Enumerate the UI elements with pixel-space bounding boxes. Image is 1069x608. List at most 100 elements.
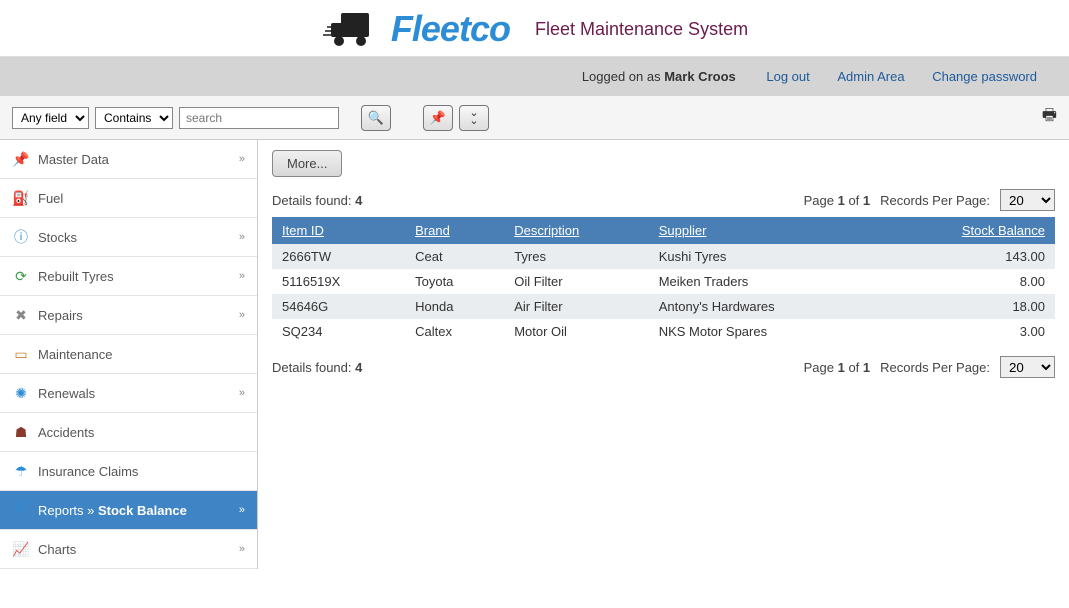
more-button[interactable]: More... bbox=[272, 150, 342, 177]
cell: 18.00 bbox=[880, 294, 1055, 319]
cell: 3.00 bbox=[880, 319, 1055, 344]
expand-button[interactable]: ⌄⌄ bbox=[459, 105, 489, 131]
change-password-link[interactable]: Change password bbox=[932, 69, 1037, 84]
stocks-icon: ⓘ bbox=[12, 228, 30, 246]
data-table: Item IDBrandDescriptionSupplierStock Bal… bbox=[272, 217, 1055, 344]
operator-select[interactable]: Contains bbox=[95, 107, 173, 129]
sidebar-item-label: Accidents bbox=[38, 425, 94, 440]
cell: Air Filter bbox=[504, 294, 649, 319]
sidebar-item-label: Stocks bbox=[38, 230, 77, 245]
table-row[interactable]: 5116519XToyotaOil FilterMeiken Traders8.… bbox=[272, 269, 1055, 294]
sidebar-item-label: Fuel bbox=[38, 191, 63, 206]
sidebar-item-label: Insurance Claims bbox=[38, 464, 138, 479]
sidebar-item-label: Maintenance bbox=[38, 347, 112, 362]
chevron-right-icon: » bbox=[239, 270, 245, 282]
main-content: More... Details found: 4 Page 1 of 1 Rec… bbox=[258, 140, 1069, 569]
cell: 54646G bbox=[272, 294, 405, 319]
cell: Ceat bbox=[405, 244, 504, 269]
chevron-right-icon: » bbox=[239, 387, 245, 399]
chevron-right-icon: » bbox=[239, 543, 245, 555]
app-name: Fleetco bbox=[391, 8, 510, 50]
rebuilt-tyres-icon: ⟳ bbox=[12, 267, 30, 285]
cell: Caltex bbox=[405, 319, 504, 344]
cell: Honda bbox=[405, 294, 504, 319]
details-row-top: Details found: 4 Page 1 of 1 Records Per… bbox=[272, 189, 1055, 211]
cell: 143.00 bbox=[880, 244, 1055, 269]
cell: Motor Oil bbox=[504, 319, 649, 344]
col-header[interactable]: Brand bbox=[405, 217, 504, 244]
cell: 5116519X bbox=[272, 269, 405, 294]
table-row[interactable]: 2666TWCeatTyresKushi Tyres143.00 bbox=[272, 244, 1055, 269]
admin-area-link[interactable]: Admin Area bbox=[837, 69, 904, 84]
repairs-icon: ✖ bbox=[12, 306, 30, 324]
search-button[interactable]: 🔍 bbox=[361, 105, 391, 131]
chevron-right-icon: » bbox=[239, 504, 245, 516]
sidebar-item-stocks[interactable]: ⓘ Stocks » bbox=[0, 218, 257, 257]
col-header[interactable]: Item ID bbox=[272, 217, 405, 244]
col-header[interactable]: Stock Balance bbox=[880, 217, 1055, 244]
sidebar-item-reports[interactable]: 🗐 Reports » Stock Balance » bbox=[0, 491, 257, 530]
table-row[interactable]: SQ234CaltexMotor OilNKS Motor Spares3.00 bbox=[272, 319, 1055, 344]
sidebar-item-label: Renewals bbox=[38, 386, 95, 401]
print-button[interactable]: 🖶 bbox=[1042, 104, 1057, 131]
reports-icon: 🗐 bbox=[12, 501, 30, 519]
field-select[interactable]: Any field bbox=[12, 107, 89, 129]
truck-icon bbox=[321, 9, 381, 49]
accidents-icon: ☗ bbox=[12, 423, 30, 441]
rpp-select-bottom[interactable]: 20 bbox=[1000, 356, 1055, 378]
rpp-label: Records Per Page: bbox=[880, 193, 990, 208]
toolbar: Any field Contains 🔍 📌 ⌄⌄ 🖶 bbox=[0, 96, 1069, 140]
table-row[interactable]: 54646GHondaAir FilterAntony's Hardwares1… bbox=[272, 294, 1055, 319]
chevron-right-icon: » bbox=[239, 309, 245, 321]
sidebar-item-master-data[interactable]: 📌 Master Data » bbox=[0, 140, 257, 179]
tagline: Fleet Maintenance System bbox=[535, 19, 748, 40]
sidebar-item-charts[interactable]: 📈 Charts » bbox=[0, 530, 257, 569]
col-header[interactable]: Description bbox=[504, 217, 649, 244]
rpp-label: Records Per Page: bbox=[880, 360, 990, 375]
sidebar-item-label: Charts bbox=[38, 542, 76, 557]
cell: Kushi Tyres bbox=[649, 244, 880, 269]
cell: Antony's Hardwares bbox=[649, 294, 880, 319]
logout-link[interactable]: Log out bbox=[766, 69, 809, 84]
col-header[interactable]: Supplier bbox=[649, 217, 880, 244]
sidebar-item-repairs[interactable]: ✖ Repairs » bbox=[0, 296, 257, 335]
cell: 2666TW bbox=[272, 244, 405, 269]
sidebar: 📌 Master Data » ⛽ Fuel ⓘ Stocks » ⟳ Rebuilt Tyres… bbox=[0, 140, 258, 569]
header: Fleetco Fleet Maintenance System bbox=[0, 0, 1069, 57]
chevron-right-icon: » bbox=[239, 153, 245, 165]
cell: Oil Filter bbox=[504, 269, 649, 294]
insurance-claims-icon: ☂ bbox=[12, 462, 30, 480]
cell: Toyota bbox=[405, 269, 504, 294]
fuel-icon: ⛽ bbox=[12, 189, 30, 207]
cell: 8.00 bbox=[880, 269, 1055, 294]
pin-icon: 📌 bbox=[430, 110, 446, 126]
sidebar-item-renewals[interactable]: ✺ Renewals » bbox=[0, 374, 257, 413]
cell: SQ234 bbox=[272, 319, 405, 344]
sidebar-item-label: Master Data bbox=[38, 152, 109, 167]
sidebar-item-insurance-claims[interactable]: ☂ Insurance Claims bbox=[0, 452, 257, 491]
master-data-icon: 📌 bbox=[12, 150, 30, 168]
sidebar-item-maintenance[interactable]: ▭ Maintenance bbox=[0, 335, 257, 374]
sidebar-item-rebuilt-tyres[interactable]: ⟳ Rebuilt Tyres » bbox=[0, 257, 257, 296]
cell: Tyres bbox=[504, 244, 649, 269]
chevron-right-icon: » bbox=[239, 231, 245, 243]
pin-button[interactable]: 📌 bbox=[423, 105, 453, 131]
charts-icon: 📈 bbox=[12, 540, 30, 558]
search-input[interactable] bbox=[179, 107, 339, 129]
sidebar-item-label: Repairs bbox=[38, 308, 83, 323]
cell: NKS Motor Spares bbox=[649, 319, 880, 344]
userbar: Logged on as Mark Croos Log out Admin Ar… bbox=[0, 57, 1069, 96]
sidebar-item-label: Reports » Stock Balance bbox=[38, 503, 187, 518]
maintenance-icon: ▭ bbox=[12, 345, 30, 363]
sidebar-item-accidents[interactable]: ☗ Accidents bbox=[0, 413, 257, 452]
rpp-select-top[interactable]: 20 bbox=[1000, 189, 1055, 211]
page-indicator: Page 1 of 1 bbox=[804, 193, 871, 208]
logged-on-text: Logged on as Mark Croos bbox=[582, 69, 740, 84]
chevron-down-double-icon: ⌄⌄ bbox=[469, 110, 478, 125]
renewals-icon: ✺ bbox=[12, 384, 30, 402]
details-row-bottom: Details found: 4 Page 1 of 1 Records Per… bbox=[272, 356, 1055, 378]
sidebar-item-fuel[interactable]: ⛽ Fuel bbox=[0, 179, 257, 218]
search-icon: 🔍 bbox=[368, 110, 384, 126]
sidebar-item-label: Rebuilt Tyres bbox=[38, 269, 114, 284]
cell: Meiken Traders bbox=[649, 269, 880, 294]
